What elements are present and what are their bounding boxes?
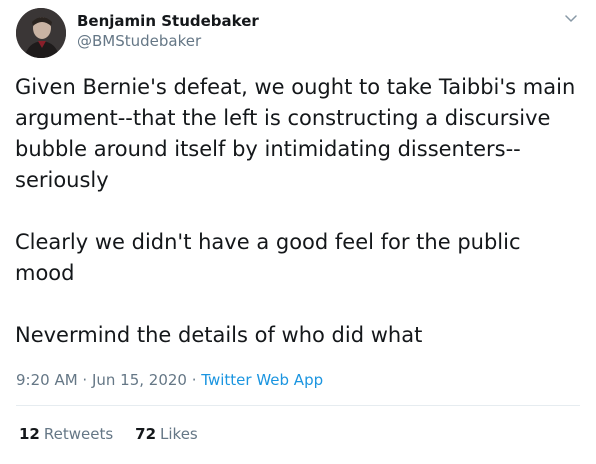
retweets-label: Retweets	[43, 425, 114, 443]
likes-count: 72	[135, 425, 157, 443]
retweets-stat[interactable]: 12 Retweets	[19, 424, 113, 444]
meta-separator: ·	[186, 371, 202, 389]
tweet-card: Benjamin Studebaker @BMStudebaker Given …	[0, 0, 596, 464]
tweet-header: Benjamin Studebaker @BMStudebaker	[16, 8, 259, 58]
tweet-meta: 9:20 AM · Jun 15, 2020 · Twitter Web App	[16, 370, 323, 390]
likes-label: Likes	[160, 425, 198, 443]
retweets-count: 12	[19, 425, 40, 443]
tweet-text: Given Bernie's defeat, we ought to take …	[15, 72, 581, 351]
author-handle[interactable]: @BMStudebaker	[77, 31, 259, 51]
profile-photo-icon	[16, 8, 66, 58]
tweet-paragraph: Given Bernie's defeat, we ought to take …	[15, 75, 576, 192]
likes-stat[interactable]: 72 Likes	[135, 424, 198, 444]
tweet-time[interactable]: 9:20 AM	[16, 371, 78, 389]
divider	[16, 405, 580, 406]
tweet-paragraph: Nevermind the details of who did what	[15, 323, 423, 347]
tweet-source-link[interactable]: Twitter Web App	[201, 371, 323, 389]
author-display-name[interactable]: Benjamin Studebaker	[77, 11, 259, 31]
tweet-paragraph: Clearly we didn't have a good feel for t…	[15, 230, 521, 285]
avatar[interactable]	[16, 8, 66, 58]
chevron-down-icon[interactable]	[562, 10, 580, 28]
tweet-date[interactable]: Jun 15, 2020	[92, 371, 187, 389]
tweet-stats: 12 Retweets 72 Likes	[19, 424, 220, 444]
meta-separator: ·	[77, 371, 92, 389]
